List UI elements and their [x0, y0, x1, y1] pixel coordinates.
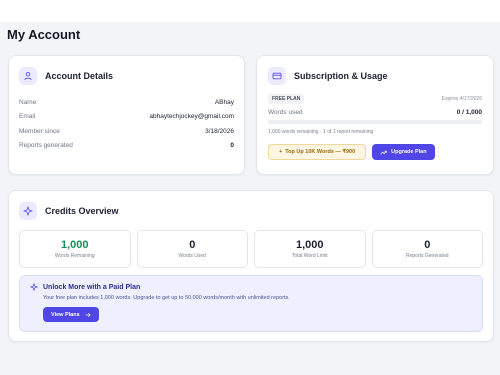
- row-label: Name: [19, 98, 37, 106]
- plan-expiry: Expires 4/17/2026: [441, 96, 482, 102]
- stat-label: Reports Generated: [405, 253, 449, 259]
- sparkle-icon: [19, 202, 37, 220]
- user-icon: [19, 67, 37, 85]
- account-row-member-since: Member since 3/18/2026: [19, 124, 234, 138]
- account-details-title: Account Details: [45, 71, 114, 81]
- subscription-title: Subscription & Usage: [294, 71, 388, 81]
- stat-words-remaining: 1,000 Words Remaining: [19, 230, 131, 268]
- stat-value: 0: [424, 239, 431, 251]
- account-details-card: Account Details Name ABhay Email abhayte…: [8, 55, 245, 175]
- row-value: 3/18/2026: [205, 127, 234, 135]
- stat-label: Words Used: [178, 253, 206, 259]
- subscription-header: Subscription & Usage: [268, 67, 482, 85]
- remaining-text: 1,000 words remaining · 1 of 1 report re…: [268, 129, 374, 135]
- trending-up-icon: [380, 150, 387, 155]
- words-used-value: 0 / 1,000: [456, 109, 482, 116]
- sparkle-icon: [30, 283, 38, 291]
- stat-label: Total Word Limit: [291, 253, 328, 259]
- stat-total-word-limit: 1,000 Total Word Limit: [254, 230, 366, 268]
- credits-stats: 1,000 Words Remaining 0 Words Used 1,000…: [19, 230, 483, 268]
- plan-badge: FREE PLAN: [268, 94, 305, 104]
- promo-title: Unlock More with a Paid Plan: [43, 283, 141, 291]
- stat-value: 1,000: [60, 239, 89, 251]
- plus-icon: +: [279, 149, 283, 155]
- promo-text: Your free plan includes 1,000 words. Upg…: [43, 295, 290, 301]
- account-row-name: Name ABhay: [19, 95, 234, 109]
- arrow-right-icon: [85, 312, 91, 317]
- row-label: Member since: [19, 127, 60, 135]
- words-used-label: Words used: [268, 109, 303, 116]
- top-up-label: Top Up 10K Words — ₹900: [285, 149, 356, 155]
- stat-reports-generated: 0 Reports Generated: [371, 230, 483, 268]
- row-value: ABhay: [214, 98, 234, 106]
- promo-header: Unlock More with a Paid Plan: [30, 283, 472, 291]
- words-used-row: Words used 0 / 1,000: [268, 109, 482, 116]
- stat-label: Words Remaining: [54, 253, 95, 259]
- account-details-header: Account Details: [19, 67, 234, 85]
- credits-header: Credits Overview: [19, 202, 483, 220]
- credits-overview-card: Credits Overview 1,000 Words Remaining 0…: [8, 190, 494, 342]
- credit-card-icon: [268, 67, 286, 85]
- stat-words-used: 0 Words Used: [136, 230, 248, 268]
- row-value: 0: [230, 142, 234, 149]
- upgrade-plan-button[interactable]: Upgrade Plan: [372, 144, 435, 160]
- page-title: My Account: [7, 27, 81, 42]
- row-label: Email: [19, 113, 36, 120]
- row-value: abhaytechjockey@gmail.com: [149, 113, 234, 120]
- top-up-button[interactable]: + Top Up 10K Words — ₹900: [268, 144, 367, 160]
- usage-progress-bar: [268, 120, 482, 124]
- account-row-email: Email abhaytechjockey@gmail.com: [19, 110, 234, 124]
- view-plans-label: View Plans: [51, 311, 80, 318]
- row-label: Reports generated: [19, 142, 73, 149]
- upgrade-plan-label: Upgrade Plan: [391, 149, 427, 155]
- account-row-reports: Reports generated 0: [19, 139, 234, 153]
- account-details-list: Name ABhay Email abhaytechjockey@gmail.c…: [19, 95, 234, 153]
- plan-meta: FREE PLAN Expires 4/17/2026: [268, 94, 482, 104]
- subscription-card: Subscription & Usage FREE PLAN Expires 4…: [256, 55, 494, 175]
- stat-value: 0: [189, 239, 196, 251]
- credits-title: Credits Overview: [45, 206, 119, 216]
- subscription-actions: + Top Up 10K Words — ₹900 Upgrade Plan: [268, 144, 482, 160]
- upgrade-promo-banner: Unlock More with a Paid Plan Your free p…: [19, 275, 483, 332]
- top-bar: [0, 0, 500, 22]
- stat-value: 1,000: [295, 239, 324, 251]
- view-plans-button[interactable]: View Plans: [43, 307, 99, 322]
